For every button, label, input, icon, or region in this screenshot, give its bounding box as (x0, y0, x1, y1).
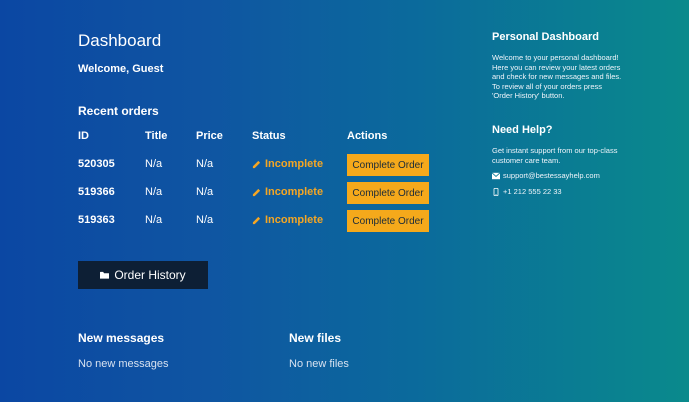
need-help-heading: Need Help? (492, 124, 553, 136)
new-files-heading: New files (289, 331, 342, 345)
column-header-actions: Actions (347, 130, 388, 142)
order-status: Incomplete (252, 186, 323, 198)
welcome-text: Welcome, Guest (78, 63, 164, 75)
folder-icon (100, 271, 110, 279)
column-header-price: Price (196, 130, 223, 142)
status-label: Incomplete (265, 158, 324, 170)
column-header-id: ID (78, 130, 89, 142)
new-messages-heading: New messages (78, 331, 165, 345)
recent-orders-heading: Recent orders (78, 104, 159, 118)
complete-order-button[interactable]: Complete Order (347, 182, 429, 204)
order-status: Incomplete (252, 158, 323, 170)
complete-order-button[interactable]: Complete Order (347, 210, 429, 232)
pencil-icon (252, 160, 261, 168)
order-title: N/a (145, 158, 163, 170)
table-row: 520305 N/a N/a Incomplete Complete Order (78, 154, 438, 176)
personal-dashboard-heading: Personal Dashboard (492, 31, 599, 43)
order-history-button[interactable]: Order History (78, 261, 208, 289)
support-email[interactable]: support@bestessayhelp.com (492, 171, 600, 180)
support-phone-text: +1 212 555 22 33 (503, 187, 562, 196)
need-help-text: Get instant support from our top-class c… (492, 146, 618, 165)
order-price: N/a (196, 186, 214, 198)
table-row: 519366 N/a N/a Incomplete Complete Order (78, 182, 438, 204)
new-messages-body: No new messages (78, 358, 169, 370)
status-label: Incomplete (265, 186, 324, 198)
new-files-body: No new files (289, 358, 349, 370)
order-title: N/a (145, 186, 163, 198)
order-price: N/a (196, 214, 214, 226)
order-id: 520305 (78, 158, 115, 170)
mobile-phone-icon (493, 187, 499, 196)
column-header-title: Title (145, 130, 168, 142)
pencil-icon (252, 216, 261, 224)
order-id: 519366 (78, 186, 115, 198)
order-id: 519363 (78, 214, 115, 226)
support-phone[interactable]: +1 212 555 22 33 (492, 187, 562, 196)
pencil-icon (252, 188, 261, 196)
personal-dashboard-text: Welcome to your personal dashboard! Here… (492, 53, 622, 100)
complete-order-button[interactable]: Complete Order (347, 154, 429, 176)
column-header-status: Status (252, 130, 286, 142)
table-row: 519363 N/a N/a Incomplete Complete Order (78, 210, 438, 232)
order-status: Incomplete (252, 214, 323, 226)
page-title: Dashboard (78, 31, 162, 50)
order-history-label: Order History (114, 268, 186, 282)
status-label: Incomplete (265, 214, 324, 226)
support-email-text: support@bestessayhelp.com (503, 171, 600, 180)
order-title: N/a (145, 214, 163, 226)
order-price: N/a (196, 158, 214, 170)
envelope-icon (492, 172, 500, 179)
